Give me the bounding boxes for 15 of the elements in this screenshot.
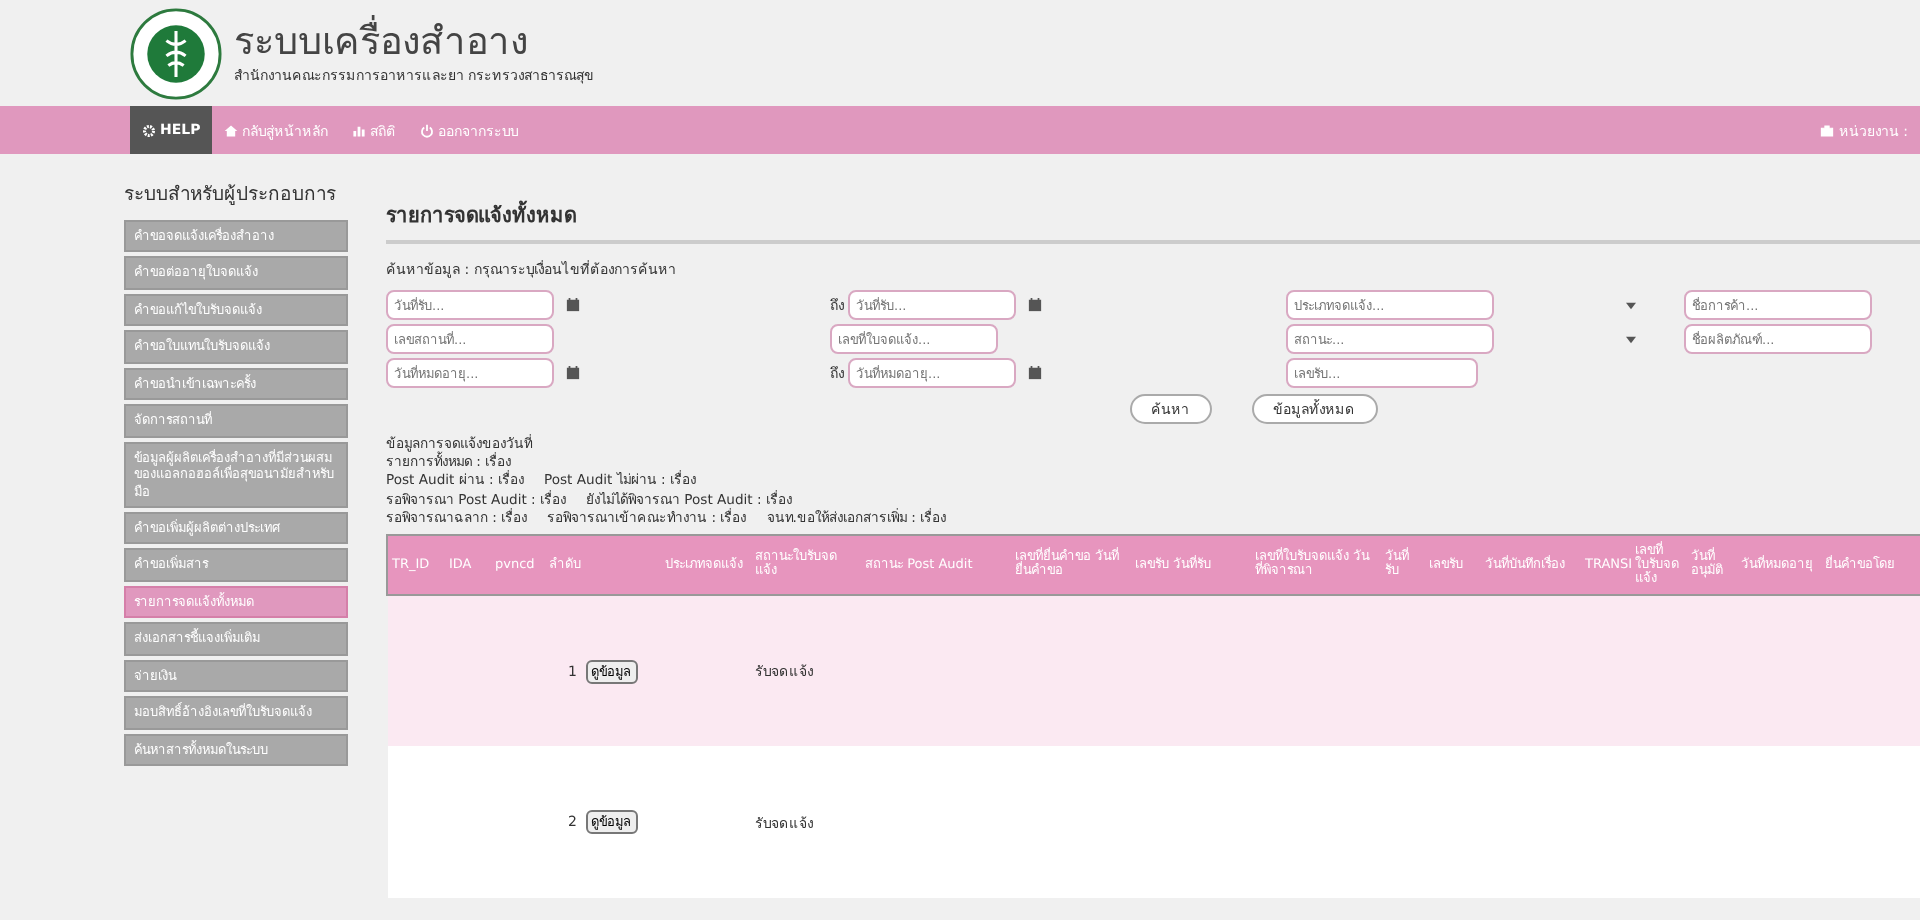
calendar-icon[interactable] — [566, 366, 580, 380]
sidebar-title: ระบบสำหรับผู้ประกอบการ — [124, 182, 338, 208]
site-title: ระบบเครื่องสำอาง — [234, 20, 595, 64]
home-icon — [224, 123, 239, 137]
calendar-icon[interactable] — [566, 298, 580, 312]
calendar-icon[interactable] — [1028, 298, 1042, 312]
page-title: รายการจดแจ้งทั้งหมด — [386, 154, 1920, 244]
caret-icon[interactable] — [1626, 335, 1636, 343]
caret-icon[interactable] — [1626, 301, 1636, 309]
emblem-icon — [130, 7, 222, 99]
calendar-icon[interactable] — [1028, 366, 1042, 380]
gear-icon — [142, 123, 156, 137]
briefcase-icon — [1820, 123, 1835, 137]
bar-chart-icon — [352, 123, 367, 137]
power-icon — [420, 123, 435, 137]
